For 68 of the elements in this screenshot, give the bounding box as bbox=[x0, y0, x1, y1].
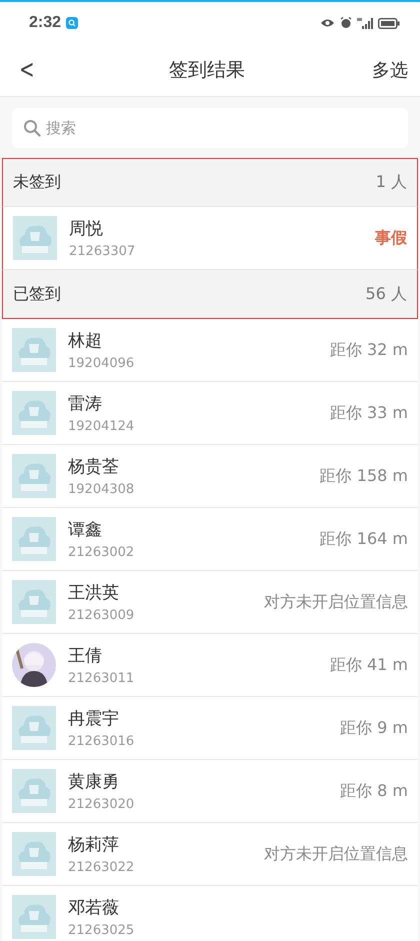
student-id: 21263020 bbox=[68, 797, 136, 812]
person-name: 黄康勇 bbox=[68, 771, 120, 793]
default-avatar-icon bbox=[12, 391, 56, 435]
default-avatar-icon bbox=[12, 454, 56, 498]
attendance-status: 距你 9 m bbox=[340, 718, 408, 738]
attendance-status: 距你 158 m bbox=[320, 466, 408, 486]
person-row[interactable]: 杨莉萍 21263022 对方未开启位置信息 bbox=[2, 823, 418, 886]
person-row[interactable]: 冉震宇 21263016 距你 9 m bbox=[2, 697, 418, 760]
default-avatar-icon bbox=[12, 517, 56, 561]
student-id: 21263025 bbox=[68, 923, 136, 938]
person-name: 林超 bbox=[68, 330, 103, 352]
person-name: 冉震宇 bbox=[68, 708, 120, 730]
section-count: 1 人 bbox=[376, 172, 407, 193]
person-row[interactable]: 杨贵荃 19204308 距你 158 m bbox=[2, 445, 418, 508]
search-icon bbox=[23, 119, 41, 137]
back-button[interactable]: < bbox=[15, 55, 39, 85]
signal-icon bbox=[357, 17, 373, 29]
search-field[interactable]: 搜索 bbox=[12, 108, 408, 148]
person-row[interactable]: 邓若薇 21263025 bbox=[2, 886, 418, 941]
person-row[interactable]: 王倩 21263011 距你 41 m bbox=[2, 634, 418, 697]
person-row[interactable]: 谭鑫 21263002 距你 164 m bbox=[2, 508, 418, 571]
student-id: 19204124 bbox=[68, 419, 136, 434]
section-title: 未签到 bbox=[13, 172, 61, 193]
attendance-status: 对方未开启位置信息 bbox=[264, 844, 408, 864]
default-avatar-icon bbox=[12, 895, 56, 939]
page-title: 签到结果 bbox=[168, 58, 246, 83]
student-id: 21263002 bbox=[68, 545, 136, 560]
battery-icon bbox=[378, 18, 400, 28]
person-row[interactable]: 王洪英 21263009 对方未开启位置信息 bbox=[2, 571, 418, 634]
student-id: 21263307 bbox=[69, 244, 136, 259]
attendance-status: 距你 33 m bbox=[330, 402, 408, 424]
person-row[interactable]: 雷涛 19204124 距你 33 m bbox=[2, 382, 418, 445]
person-row[interactable]: 林超 19204096 距你 32 m bbox=[2, 319, 418, 382]
student-id: 21263022 bbox=[68, 860, 136, 875]
multi-select-button[interactable]: 多选 bbox=[370, 58, 410, 82]
student-id: 19204308 bbox=[68, 482, 136, 497]
section-title: 已签到 bbox=[13, 284, 61, 304]
person-name: 邓若薇 bbox=[68, 897, 120, 919]
default-avatar-icon bbox=[12, 706, 56, 750]
eye-icon bbox=[320, 18, 335, 28]
person-name: 雷涛 bbox=[68, 393, 103, 415]
attendance-status: 距你 8 m bbox=[340, 780, 408, 802]
person-name: 周悦 bbox=[69, 218, 104, 240]
attendance-status: 对方未开启位置信息 bbox=[264, 592, 408, 612]
person-name: 王洪英 bbox=[68, 582, 120, 604]
student-id: 21263009 bbox=[68, 608, 136, 623]
default-avatar-icon bbox=[12, 832, 56, 876]
person-name: 杨莉萍 bbox=[68, 834, 120, 856]
attendance-status: 距你 41 m bbox=[330, 654, 408, 676]
person-name: 谭鑫 bbox=[68, 519, 103, 541]
person-row[interactable]: 黄康勇 21263020 距你 8 m bbox=[2, 760, 418, 823]
section-count: 56 人 bbox=[366, 284, 407, 304]
student-id: 19204096 bbox=[68, 356, 136, 371]
attendance-status: 距你 32 m bbox=[330, 340, 408, 360]
student-id: 21263016 bbox=[68, 734, 136, 749]
person-name: 王倩 bbox=[68, 645, 103, 667]
person-name: 杨贵荃 bbox=[68, 456, 120, 478]
default-avatar-icon bbox=[12, 328, 56, 372]
attendance-status: 距你 164 m bbox=[320, 528, 408, 550]
student-id: 21263011 bbox=[68, 671, 136, 686]
default-avatar-icon bbox=[12, 580, 56, 624]
default-avatar-icon bbox=[12, 769, 56, 813]
person-row[interactable]: 周悦 21263307 事假 bbox=[2, 207, 418, 270]
default-avatar-icon bbox=[13, 216, 57, 260]
app-notification-icon bbox=[66, 17, 78, 29]
attendance-status: 事假 bbox=[375, 228, 407, 248]
alarm-icon bbox=[340, 17, 352, 29]
status-time: 2:32 bbox=[29, 14, 62, 32]
